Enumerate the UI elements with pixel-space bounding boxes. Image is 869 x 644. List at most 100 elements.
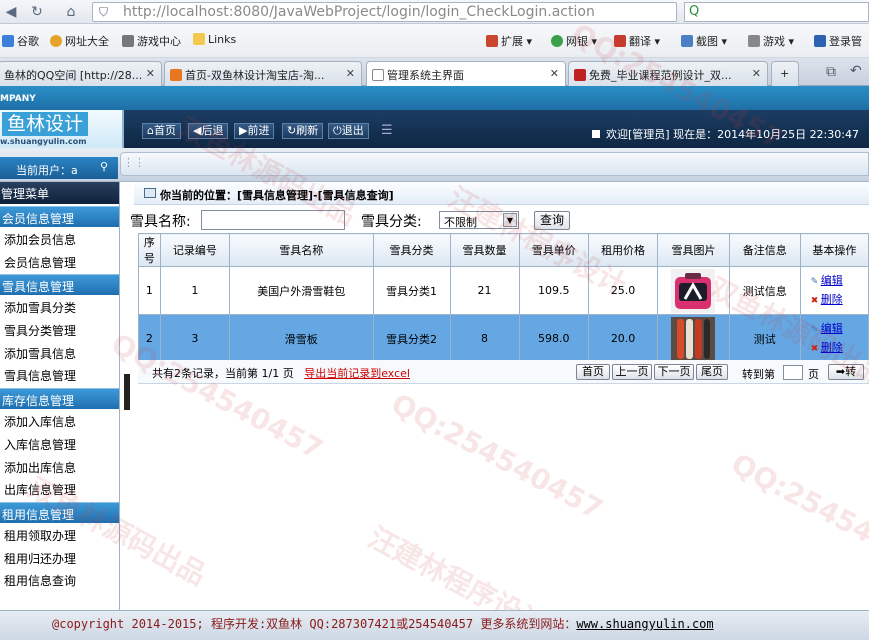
sidebar-item-category-manage[interactable]: 雪具分类管理 bbox=[0, 318, 119, 341]
folder-icon bbox=[193, 33, 205, 45]
edit-link[interactable]: 编辑 bbox=[821, 274, 843, 287]
watermark-text: QQ:254540457 bbox=[725, 446, 869, 587]
menu-icon[interactable]: ☰ bbox=[381, 123, 393, 138]
sidebar-item-inbound-manage[interactable]: 入库信息管理 bbox=[0, 432, 119, 455]
sidebar-item-rent-query[interactable]: 租用信息查询 bbox=[0, 568, 119, 591]
gear-name-input[interactable] bbox=[201, 210, 345, 230]
footer-site-link[interactable]: www.shuangyulin.com bbox=[576, 617, 713, 631]
edit-link[interactable]: 编辑 bbox=[821, 322, 843, 335]
tab-label: 管理系统主界面 bbox=[387, 69, 464, 82]
bookmark-google[interactable]: 谷歌 bbox=[2, 33, 39, 49]
pin-icon[interactable]: ⚲ bbox=[100, 160, 108, 173]
google-icon bbox=[2, 35, 14, 47]
bookmark-games[interactable]: 游戏中心 bbox=[122, 33, 181, 49]
ie-icon bbox=[50, 35, 62, 47]
cell-id: 3 bbox=[159, 314, 230, 363]
sidebar-item-rent-return[interactable]: 租用归还办理 bbox=[0, 546, 119, 569]
tab-free-course[interactable]: 免费_毕业课程范例设计_双... ✕ bbox=[568, 61, 768, 86]
pager-info: 共有2条记录，当前第 1/1 页 导出当前记录到excel bbox=[152, 365, 410, 381]
screenshot-button[interactable]: 截图 ▾ bbox=[681, 33, 727, 49]
sidebar-splitter[interactable] bbox=[124, 374, 130, 410]
new-tab-button[interactable]: + bbox=[771, 61, 799, 86]
tab-qq-space[interactable]: 鱼林的QQ空间 [http://28... ✕ bbox=[0, 61, 162, 86]
scissors-icon bbox=[681, 35, 693, 47]
undo-icon[interactable]: ↶ bbox=[850, 63, 862, 79]
pencil-icon: ✎ bbox=[810, 276, 819, 287]
category-select[interactable]: 不限制 ▼ bbox=[439, 211, 519, 229]
close-icon[interactable]: ✕ bbox=[550, 67, 559, 80]
home-button[interactable]: ⌂首页 bbox=[142, 123, 181, 139]
window-icon bbox=[144, 188, 156, 198]
bookmark-bar: 谷歌 网址大全 游戏中心 Links 扩展 ▾ 网银 ▾ 翻译 ▾ 截图 ▾ 游… bbox=[0, 24, 869, 58]
sidebar-item-gear-manage[interactable]: 雪具信息管理 bbox=[0, 363, 119, 386]
bookmark-links[interactable]: Links bbox=[193, 33, 236, 46]
tab-label: 鱼林的QQ空间 [http://28... bbox=[4, 69, 143, 82]
goto-page-input[interactable] bbox=[783, 365, 803, 380]
col-name: 雪具名称 bbox=[228, 233, 374, 267]
table-row[interactable]: 1 1 美国户外滑雪鞋包 雪具分类1 21 109.5 25.0 测试信息 ✎ 编… bbox=[138, 266, 869, 315]
col-id: 记录编号 bbox=[159, 233, 230, 267]
goto-button[interactable]: ➡转 bbox=[828, 364, 864, 380]
sidebar-item-add-member[interactable]: 添加会员信息 bbox=[0, 227, 119, 250]
tab-label: 首页-双鱼林设计淘宝店-淘... bbox=[185, 69, 325, 82]
square-icon bbox=[592, 130, 600, 138]
sidebar-item-add-outbound[interactable]: 添加出库信息 bbox=[0, 455, 119, 478]
bookmark-label: 网银 bbox=[566, 35, 588, 48]
group-rental[interactable]: 租用信息管理 bbox=[0, 501, 119, 523]
cell-note: 测试信息 bbox=[728, 266, 801, 315]
sidebar-item-add-gear[interactable]: 添加雪具信息 bbox=[0, 341, 119, 364]
table-row[interactable]: 2 3 滑雪板 雪具分类2 8 598.0 20.0 测试 ✎ 编辑 ✖ 删除 bbox=[138, 314, 869, 363]
bookmark-sites[interactable]: 网址大全 bbox=[50, 33, 109, 49]
first-page-button[interactable]: 首页 bbox=[576, 364, 610, 380]
back-icon[interactable]: ◀ bbox=[0, 2, 22, 22]
sidebar-item-rent-checkout[interactable]: 租用领取办理 bbox=[0, 523, 119, 546]
gamepad-icon bbox=[122, 35, 134, 47]
footer-copyright: @copyright 2014-2015; 程序开发:双鱼林 QQ:287307… bbox=[52, 617, 577, 631]
logout-button[interactable]: ⏻退出 bbox=[328, 123, 369, 139]
login-button[interactable]: 登录管 bbox=[814, 33, 862, 49]
sidebar-item-add-category[interactable]: 添加雪具分类 bbox=[0, 295, 119, 318]
forward-button[interactable]: ▶前进 bbox=[234, 123, 275, 139]
col-ops: 基本操作 bbox=[799, 233, 869, 267]
reload-icon[interactable]: ↻ bbox=[26, 2, 48, 22]
address-bar[interactable]: ⛉ http://localhost:8080/JavaWebProject/l… bbox=[92, 2, 677, 22]
group-member[interactable]: 会员信息管理 bbox=[0, 206, 119, 227]
back-button[interactable]: ◀后退 bbox=[188, 123, 229, 139]
group-stock[interactable]: 库存信息管理 bbox=[0, 388, 119, 410]
sidebar-item-outbound-manage[interactable]: 出库信息管理 bbox=[0, 477, 119, 500]
export-excel-link[interactable]: 导出当前记录到excel bbox=[304, 367, 410, 380]
next-page-button[interactable]: 下一页 bbox=[654, 364, 694, 380]
cell-seq: 1 bbox=[138, 266, 161, 315]
bank-button[interactable]: 网银 ▾ bbox=[551, 33, 597, 49]
arrow-right-icon: ➡ bbox=[835, 365, 846, 378]
ext-button[interactable]: 扩展 ▾ bbox=[486, 33, 532, 49]
prev-page-button[interactable]: 上一页 bbox=[612, 364, 652, 380]
sidebar-item-add-inbound[interactable]: 添加入库信息 bbox=[0, 409, 119, 432]
group-snowgear[interactable]: 雪具信息管理 bbox=[0, 274, 119, 296]
close-icon[interactable]: ✕ bbox=[346, 67, 355, 80]
home-icon[interactable]: ⌂ bbox=[60, 2, 82, 22]
goto-label: 转到第 bbox=[742, 368, 775, 381]
bag-photo[interactable] bbox=[671, 268, 716, 313]
bookmark-label: Links bbox=[208, 33, 237, 46]
query-button[interactable]: 查询 bbox=[534, 211, 570, 230]
skis-photo[interactable] bbox=[671, 316, 716, 361]
tab-admin-main[interactable]: 管理系统主界面 ✕ bbox=[366, 61, 566, 87]
cell-price: 598.0 bbox=[518, 314, 589, 363]
grip-icon: ⋮⋮ bbox=[123, 156, 145, 169]
close-icon[interactable]: ✕ bbox=[146, 67, 155, 80]
delete-link[interactable]: 删除 bbox=[821, 293, 843, 306]
tab-taobao[interactable]: 首页-双鱼林设计淘宝店-淘... ✕ bbox=[164, 61, 362, 86]
forward-label: 前进 bbox=[247, 124, 270, 137]
game-button[interactable]: 游戏 ▾ bbox=[748, 33, 794, 49]
sidebar-item-member-manage[interactable]: 会员信息管理 bbox=[0, 250, 119, 273]
last-page-button[interactable]: 尾页 bbox=[696, 364, 728, 380]
search-box[interactable]: Q bbox=[684, 2, 869, 22]
key-icon bbox=[814, 35, 826, 47]
translate-button[interactable]: 翻译 ▾ bbox=[614, 33, 660, 49]
close-icon[interactable]: ✕ bbox=[752, 67, 761, 80]
gear-table: 序号 记录编号 雪具名称 雪具分类 雪具数量 雪具单价 租用价格 雪具图片 备注… bbox=[138, 233, 869, 363]
delete-link[interactable]: 删除 bbox=[821, 341, 843, 354]
restore-icon[interactable]: ⧉ bbox=[826, 64, 836, 80]
refresh-button[interactable]: ↻刷新 bbox=[282, 123, 324, 139]
